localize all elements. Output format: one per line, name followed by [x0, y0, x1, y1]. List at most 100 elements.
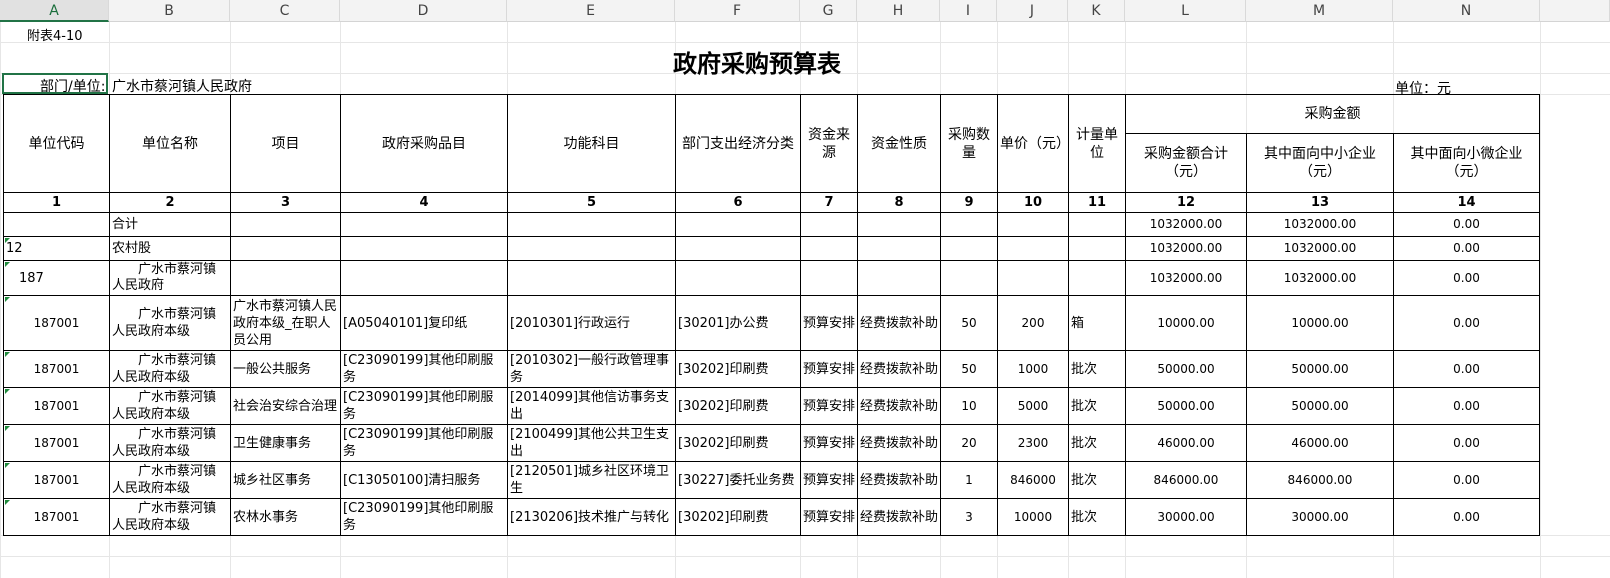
column-header-a[interactable]: A	[0, 0, 109, 22]
cell-amount-sme[interactable]: 10000.00	[1246, 295, 1394, 351]
cell-item[interactable]: [A05040101]复印纸	[340, 295, 508, 351]
cell-unit-name[interactable]: 农村股	[109, 236, 231, 261]
index-cell[interactable]: 1	[3, 192, 110, 213]
cell-amount-sme[interactable]: 50000.00	[1246, 350, 1394, 388]
cell-fund-nature[interactable]: 经费拨款补助	[857, 424, 941, 462]
cell-empty[interactable]	[340, 212, 508, 237]
cell-amount-total[interactable]: 1032000.00	[1125, 260, 1247, 296]
cell-econ[interactable]: [30202]印刷费	[675, 387, 801, 425]
index-cell[interactable]: 4	[340, 192, 508, 213]
cell-econ[interactable]: [30202]印刷费	[675, 350, 801, 388]
cell-qty[interactable]: 20	[940, 424, 998, 462]
cell-qty[interactable]: 1	[940, 461, 998, 499]
cell-qty[interactable]: 50	[940, 295, 998, 351]
cell-amount-sme[interactable]: 1032000.00	[1246, 236, 1394, 261]
cell-func[interactable]: [2120501]城乡社区环境卫生	[507, 461, 676, 499]
cell-fund-nature[interactable]: 经费拨款补助	[857, 295, 941, 351]
cell-fund-nature[interactable]: 经费拨款补助	[857, 461, 941, 499]
cell-amount-total[interactable]: 1032000.00	[1125, 236, 1247, 261]
cell-empty[interactable]	[997, 260, 1069, 296]
cell-amount-micro[interactable]: 0.00	[1393, 212, 1540, 237]
cell-amount-micro[interactable]: 0.00	[1393, 461, 1540, 499]
column-header-l[interactable]: L	[1125, 0, 1246, 22]
header-fund-source[interactable]: 资金来源	[800, 94, 858, 193]
cell-empty[interactable]	[507, 212, 676, 237]
cell-func[interactable]: [2014099]其他信访事务支出	[507, 387, 676, 425]
cell-price[interactable]: 1000	[997, 350, 1069, 388]
cell-unit-name[interactable]: 广水市蔡河镇人民政府	[109, 260, 231, 296]
cell-project[interactable]: 卫生健康事务	[230, 424, 341, 462]
cell-unit-code[interactable]: 187	[3, 260, 110, 296]
cell-unit-code[interactable]: 187001	[3, 461, 110, 499]
cell-amount-sme[interactable]: 1032000.00	[1246, 260, 1394, 296]
cell-empty[interactable]	[1068, 260, 1126, 296]
cell-measure[interactable]: 批次	[1068, 350, 1126, 388]
header-amount-total[interactable]: 采购金额合计（元）	[1125, 133, 1247, 193]
index-cell[interactable]: 9	[940, 192, 998, 213]
cell-empty[interactable]	[340, 236, 508, 261]
cell-empty[interactable]	[1068, 212, 1126, 237]
cell-item[interactable]: [C13050100]清扫服务	[340, 461, 508, 499]
cell-amount-sme[interactable]: 1032000.00	[1246, 212, 1394, 237]
cell-unit-name[interactable]: 广水市蔡河镇人民政府本级	[109, 350, 231, 388]
cell-empty[interactable]	[675, 212, 801, 237]
cell-unit-name[interactable]: 广水市蔡河镇人民政府本级	[109, 387, 231, 425]
cell-empty[interactable]	[800, 212, 858, 237]
column-header-m[interactable]: M	[1246, 0, 1393, 22]
cell-amount-micro[interactable]: 0.00	[1393, 387, 1540, 425]
cell-amount-micro[interactable]: 0.00	[1393, 295, 1540, 351]
header-qty[interactable]: 采购数量	[940, 94, 998, 193]
cell-amount-micro[interactable]: 0.00	[1393, 350, 1540, 388]
cell-amount-total[interactable]: 50000.00	[1125, 387, 1247, 425]
cell-econ[interactable]: [30227]委托业务费	[675, 461, 801, 499]
index-cell[interactable]: 14	[1393, 192, 1540, 213]
cell-econ[interactable]: [30202]印刷费	[675, 424, 801, 462]
header-unit-code[interactable]: 单位代码	[3, 94, 110, 193]
cell-empty[interactable]	[340, 260, 508, 296]
cell-unit-code[interactable]: 187001	[3, 295, 110, 351]
cell-unit-name[interactable]: 合计	[109, 212, 231, 237]
cell-empty[interactable]	[940, 260, 998, 296]
cell-econ[interactable]: [30201]办公费	[675, 295, 801, 351]
cell-amount-sme[interactable]: 846000.00	[1246, 461, 1394, 499]
cell-unit-code[interactable]	[3, 212, 110, 237]
header-amount-sme[interactable]: 其中面向中小企业（元）	[1246, 133, 1394, 193]
cell-empty[interactable]	[507, 236, 676, 261]
cell-func[interactable]: [2100499]其他公共卫生支出	[507, 424, 676, 462]
cell-amount-micro[interactable]: 0.00	[1393, 236, 1540, 261]
cell-empty[interactable]	[675, 236, 801, 261]
cell-amount-micro[interactable]: 0.00	[1393, 498, 1540, 536]
header-price[interactable]: 单价（元）	[997, 94, 1069, 193]
cell-unit-code[interactable]: 187001	[3, 498, 110, 536]
cell-project[interactable]: 城乡社区事务	[230, 461, 341, 499]
cell-empty[interactable]	[507, 260, 676, 296]
cell-amount-total[interactable]: 1032000.00	[1125, 212, 1247, 237]
column-header-g[interactable]: G	[800, 0, 857, 22]
cell-amount-total[interactable]: 46000.00	[1125, 424, 1247, 462]
cell-unit-code[interactable]: 187001	[3, 350, 110, 388]
cell-empty[interactable]	[230, 212, 341, 237]
column-header-j[interactable]: J	[997, 0, 1068, 22]
cell-qty[interactable]: 3	[940, 498, 998, 536]
cell-func[interactable]: [2130206]技术推广与转化	[507, 498, 676, 536]
header-econ[interactable]: 部门支出经济分类	[675, 94, 801, 193]
index-cell[interactable]: 6	[675, 192, 801, 213]
cell-empty[interactable]	[857, 236, 941, 261]
cell-amount-total[interactable]: 30000.00	[1125, 498, 1247, 536]
cell-unit-name[interactable]: 广水市蔡河镇人民政府本级	[109, 461, 231, 499]
cell-amount-total[interactable]: 846000.00	[1125, 461, 1247, 499]
cell-price[interactable]: 846000	[997, 461, 1069, 499]
cell-item[interactable]: [C23090199]其他印刷服务	[340, 350, 508, 388]
column-header-c[interactable]: C	[230, 0, 340, 22]
cell-unit-name[interactable]: 广水市蔡河镇人民政府本级	[109, 295, 231, 351]
cell-amount-micro[interactable]: 0.00	[1393, 424, 1540, 462]
column-header-h[interactable]: H	[857, 0, 940, 22]
index-cell[interactable]: 3	[230, 192, 341, 213]
cell-measure[interactable]: 批次	[1068, 387, 1126, 425]
cell-fund-source[interactable]: 预算安排	[800, 424, 858, 462]
cell-empty[interactable]	[800, 260, 858, 296]
cell-empty[interactable]	[940, 212, 998, 237]
cell-amount-micro[interactable]: 0.00	[1393, 260, 1540, 296]
cell-unit-code[interactable]: 187001	[3, 387, 110, 425]
column-header-f[interactable]: F	[675, 0, 800, 22]
